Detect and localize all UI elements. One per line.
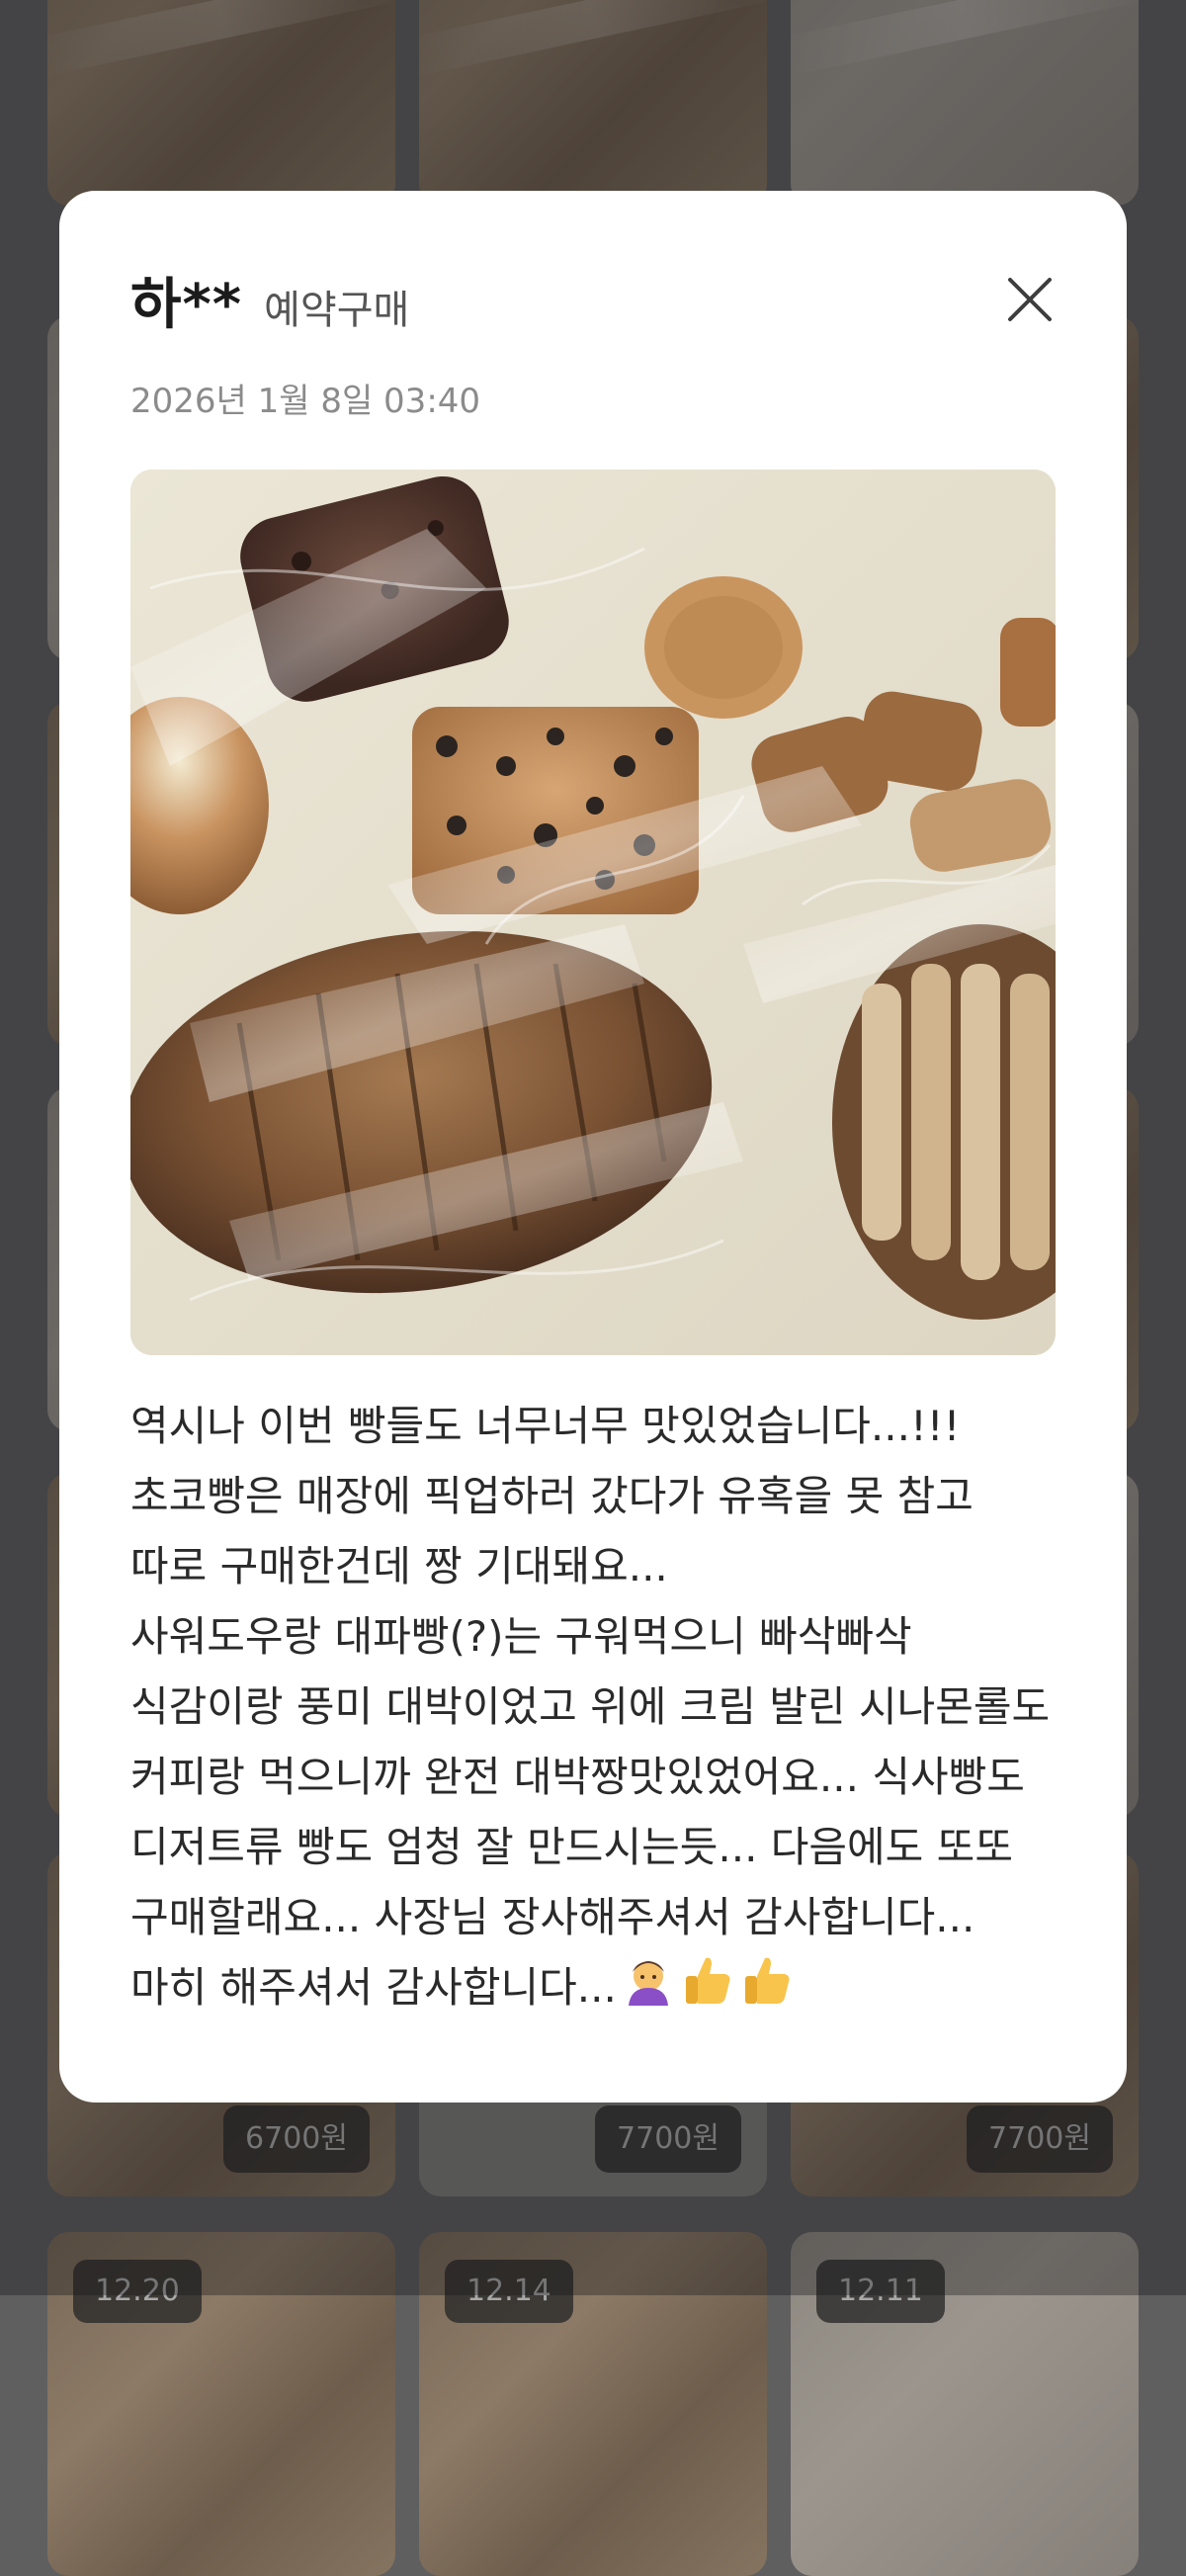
purchase-type-label: 예약구매 <box>264 288 410 333</box>
review-header: 하** 예약구매 <box>130 260 1056 340</box>
reviewer-name: 하** <box>130 273 243 337</box>
review-date: 2026년 1월 8일 03:40 <box>130 382 481 421</box>
thumbs-up-icon <box>680 1952 735 2028</box>
review-body: 역시나 이번 빵들도 너무너무 맛있었습니다...!!! 초코빵은 매장에 픽업… <box>130 1402 1051 2012</box>
review-modal: 하** 예약구매 2026년 1월 8일 03:40 역시나 이번 빵들도 너무… <box>59 191 1127 2103</box>
bread-photo-icon <box>130 470 1056 1355</box>
close-icon[interactable] <box>1006 276 1054 323</box>
bowing-person-icon <box>621 1952 676 2028</box>
review-text: 역시나 이번 빵들도 너무너무 맛있었습니다...!!! 초코빵은 매장에 픽업… <box>130 1391 1056 2028</box>
thumbs-up-icon <box>739 1952 795 2028</box>
review-photo[interactable] <box>130 470 1056 1355</box>
